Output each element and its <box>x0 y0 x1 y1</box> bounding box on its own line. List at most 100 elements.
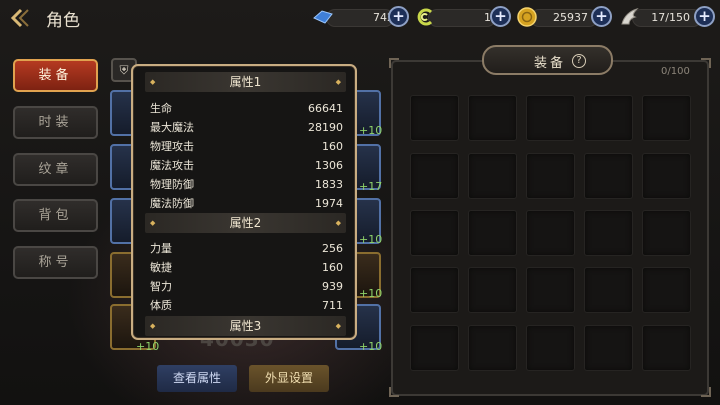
stat-name: 物理攻击 <box>150 140 194 153</box>
inventory-slot[interactable] <box>642 95 691 141</box>
stat-value: 1833 <box>315 178 343 191</box>
panel-corner <box>701 387 711 397</box>
stat-name: 物理防御 <box>150 178 194 191</box>
crystal-value: 742 <box>373 11 394 24</box>
resource-stamina: 18 + <box>414 6 512 28</box>
back-arrow-icon[interactable] <box>10 7 38 29</box>
inventory-slot[interactable] <box>410 210 459 256</box>
panel-corner <box>701 58 711 68</box>
tab-fashion[interactable]: 时装 <box>13 106 98 139</box>
stat-row: 魔法防御 1974 <box>150 195 343 213</box>
stat-row: 物理攻击 160 <box>150 138 343 156</box>
tab-emblem[interactable]: 纹章 <box>13 153 98 186</box>
panel-corner <box>389 387 399 397</box>
wings-add-button[interactable]: + <box>694 6 715 27</box>
slot-enhance-level: +10 <box>359 340 383 353</box>
inventory-slot[interactable] <box>584 210 633 256</box>
inventory-slot[interactable] <box>584 325 633 371</box>
inventory-slot[interactable] <box>642 325 691 371</box>
stat-name: 智力 <box>150 280 172 293</box>
inventory-slot[interactable] <box>410 95 459 141</box>
section-header-2: ◆ 属性2 ◆ <box>145 213 346 233</box>
equipment-tab-label: 装备 <box>534 56 567 71</box>
stat-value: 28190 <box>308 121 343 134</box>
section-title: 属性3 <box>229 319 262 333</box>
panel-corner <box>389 58 399 68</box>
stat-value: 256 <box>322 242 343 255</box>
wing-icon <box>618 6 640 28</box>
diamond-icon: ◆ <box>335 78 341 86</box>
slot-enhance-level: +10 <box>136 340 160 353</box>
stat-row: 魔法攻击 1306 <box>150 157 343 175</box>
section-header-1: ◆ 属性1 ◆ <box>145 72 346 92</box>
stat-row: 敏捷 160 <box>150 259 343 277</box>
diamond-icon: ◆ <box>335 322 341 330</box>
inventory-slot[interactable] <box>584 95 633 141</box>
stat-name: 魔法攻击 <box>150 159 194 172</box>
inventory-slot[interactable] <box>526 153 575 199</box>
page-title: 角色 <box>46 11 80 31</box>
spiral-icon <box>414 6 436 28</box>
stat-name: 敏捷 <box>150 261 172 274</box>
inventory-slot[interactable] <box>526 95 575 141</box>
stat-name: 力量 <box>150 242 172 255</box>
stat-value: 1974 <box>315 197 343 210</box>
tab-title[interactable]: 称号 <box>13 246 98 279</box>
gold-add-button[interactable]: + <box>591 6 612 27</box>
stat-name: 最大魔法 <box>150 121 194 134</box>
resource-crystal: 742 + <box>312 6 410 28</box>
stat-name: 魔法防御 <box>150 197 194 210</box>
stat-value: 711 <box>322 299 343 312</box>
inventory-slot[interactable] <box>526 210 575 256</box>
stamina-add-button[interactable]: + <box>490 6 511 27</box>
inventory-slot[interactable] <box>642 210 691 256</box>
stat-value: 939 <box>322 280 343 293</box>
inventory-slot[interactable] <box>526 325 575 371</box>
inventory-slot[interactable] <box>526 267 575 313</box>
stat-name: 体质 <box>150 299 172 312</box>
inventory-slot[interactable] <box>410 153 459 199</box>
inventory-slot[interactable] <box>642 267 691 313</box>
gold-value: 25937 <box>553 11 588 24</box>
stamina-value: 18 <box>434 9 498 27</box>
tab-bag[interactable]: 背包 <box>13 199 98 232</box>
coin-icon <box>516 6 538 28</box>
inventory-slot[interactable] <box>468 95 517 141</box>
stat-value: 66641 <box>308 102 343 115</box>
stat-name: 生命 <box>150 102 172 115</box>
stat-value: 160 <box>322 261 343 274</box>
help-icon[interactable]: ? <box>572 54 586 68</box>
crystal-icon <box>312 6 334 28</box>
stat-row: 体质 711 <box>150 297 343 315</box>
inventory-slot[interactable] <box>468 153 517 199</box>
inventory-slot[interactable] <box>468 267 517 313</box>
resource-wings: 17/150 + <box>618 6 718 28</box>
inventory-slot[interactable] <box>584 153 633 199</box>
inventory-slot[interactable] <box>468 210 517 256</box>
wings-value: 17/150 <box>651 11 690 24</box>
crystal-add-button[interactable]: + <box>388 6 409 27</box>
inventory-slot[interactable] <box>584 267 633 313</box>
top-bar: 角色 742 + 18 + 25937 + 17/150 + <box>0 0 720 36</box>
stat-row: 智力 939 <box>150 278 343 296</box>
slot-enhance-level: +10 <box>359 287 383 300</box>
stat-value: 160 <box>322 140 343 153</box>
slot-enhance-level: +10 <box>359 233 383 246</box>
inventory-slot[interactable] <box>468 325 517 371</box>
inventory-capacity: 0/100 <box>661 66 690 77</box>
inventory-slot[interactable] <box>410 325 459 371</box>
inventory-slot[interactable] <box>410 267 459 313</box>
section-title: 属性2 <box>229 216 262 230</box>
stat-value: 1306 <box>315 159 343 172</box>
slot-enhance-level: +10 <box>359 124 383 137</box>
tab-equipment[interactable]: 装备 <box>13 59 98 92</box>
appearance-settings-button[interactable]: 外显设置 <box>249 365 329 392</box>
view-attributes-button[interactable]: 查看属性 <box>157 365 237 392</box>
inventory-slot[interactable] <box>642 153 691 199</box>
equipment-header-tab[interactable]: 装备 ? <box>482 45 613 75</box>
attributes-tooltip: ◆ 属性1 ◆ 生命 66641 最大魔法 28190 物理攻击 160 魔法攻击 13… <box>131 64 357 340</box>
slot-enhance-level: +17 <box>359 180 383 193</box>
stat-row: 物理防御 1833 <box>150 176 343 194</box>
section-title: 属性1 <box>229 75 262 89</box>
diamond-icon: ◆ <box>335 219 341 227</box>
